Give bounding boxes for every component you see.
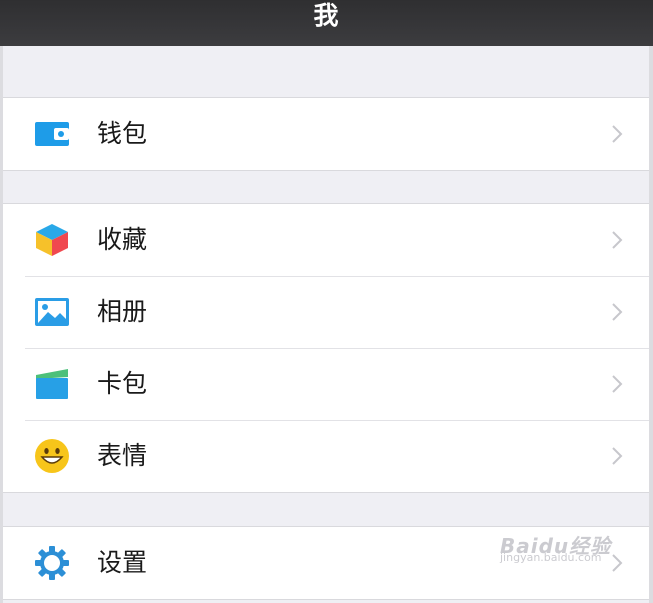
menu-item-label: 表情: [97, 441, 148, 470]
menu-item-label: 卡包: [97, 369, 148, 398]
chevron-right-icon: [611, 446, 623, 466]
chevron-right-icon: [611, 553, 623, 573]
menu-item-wallet[interactable]: 钱包: [3, 98, 649, 170]
watermark-url: jingyan.baidu.com: [500, 551, 602, 564]
chevron-right-icon: [611, 230, 623, 250]
baidu-watermark: Baidu经验 jingyan.baidu.com: [500, 536, 611, 564]
favorites-cube-icon: [34, 222, 70, 258]
gear-icon: [34, 545, 70, 581]
chevron-right-icon: [611, 374, 623, 394]
menu-item-label: 钱包: [97, 119, 148, 148]
menu-item-label: 收藏: [97, 225, 148, 254]
navigation-bar: 我: [0, 0, 653, 46]
wallet-icon: [34, 116, 70, 152]
menu-item-label: 设置: [97, 548, 148, 577]
window-frame-right: [649, 0, 653, 603]
menu-group-wallet: 钱包: [3, 97, 649, 171]
menu-item-album[interactable]: 相册: [3, 276, 649, 348]
menu-item-favorites[interactable]: 收藏: [3, 204, 649, 276]
emoji-smile-icon: [34, 438, 70, 474]
menu-group-media: 收藏 相册 卡包 表情: [3, 203, 649, 493]
menu-item-card-pack[interactable]: 卡包: [3, 348, 649, 420]
chevron-right-icon: [611, 124, 623, 144]
menu-item-label: 相册: [97, 297, 148, 326]
card-pack-icon: [34, 366, 70, 402]
menu-item-stickers[interactable]: 表情: [3, 420, 649, 492]
page-title: 我: [313, 1, 340, 30]
chevron-right-icon: [611, 302, 623, 322]
photo-album-icon: [34, 294, 70, 330]
